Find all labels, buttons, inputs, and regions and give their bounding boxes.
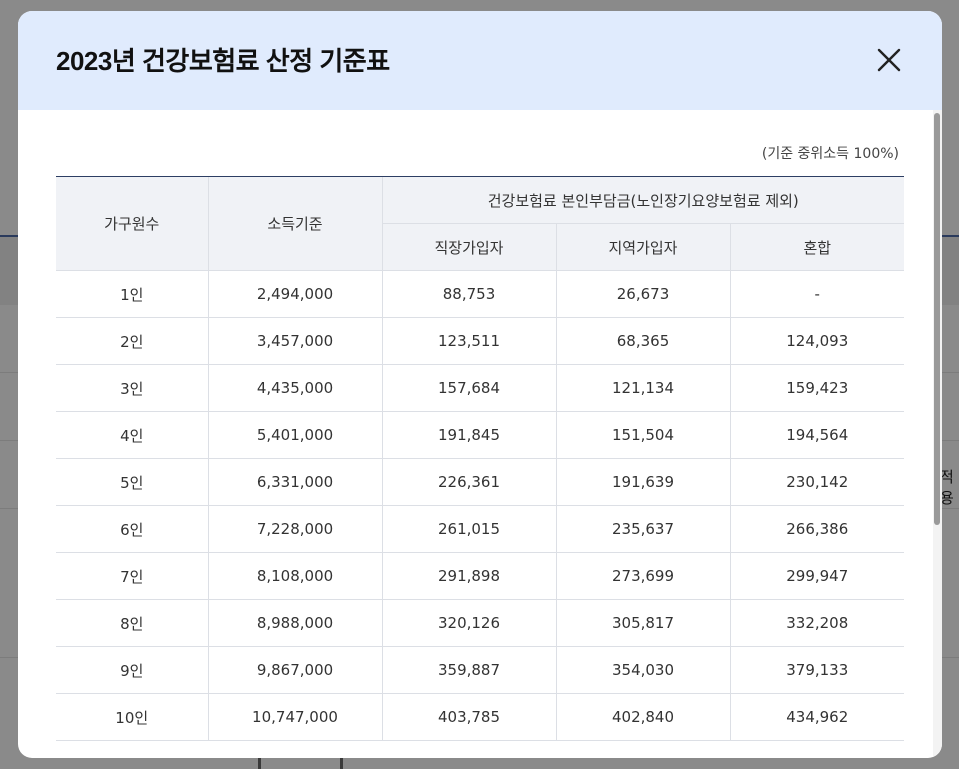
basis-note: (기준 중위소득 100%) [761,146,899,162]
close-button[interactable] [874,45,904,75]
background-stub [340,758,343,769]
mixed-cell: 194,564 [729,411,905,459]
table-row: 9인 9,867,000 359,887 354,030 379,133 [56,646,905,694]
table-row: 7인 8,108,000 291,898 273,699 299,947 [56,552,905,600]
table-body: 1인 2,494,000 88,753 26,673-2인 3,457,000 123,5… [56,270,905,741]
employee-cell: 261,015 [381,505,556,553]
background-stub [258,758,261,769]
table-row: 5인 6,331,000 226,361 191,639 230,142 [56,458,905,506]
employee-cell: 291,898 [381,552,556,600]
scrollbar-thumb[interactable] [934,113,940,525]
header-regional: 지역가입자 [555,223,730,271]
table-row: 1인 2,494,000 88,753 26,673- [56,270,905,318]
table-row: 3인 4,435,000 157,684 121,134 159,423 [56,364,905,412]
employee-cell: 359,887 [381,646,556,694]
income-cell: 3,457,000 [207,317,382,365]
mixed-cell: 159,423 [729,364,905,412]
regional-cell: 402,840 [555,693,730,741]
household-cell: 9인 [56,646,208,694]
regional-cell: 273,699 [555,552,730,600]
income-cell: 7,228,000 [207,505,382,553]
premium-table-modal: 2023년 건강보험료 산정 기준표 (기준 중위소득 100%) 가구원수 소… [18,11,942,758]
mixed-cell: 124,093 [729,317,905,365]
employee-cell: 403,785 [381,693,556,741]
mixed-cell: 379,133 [729,646,905,694]
employee-cell: 226,361 [381,458,556,506]
mixed-cell: 434,962 [729,693,905,741]
table-row: 2인 3,457,000 123,511 68,365 124,093 [56,317,905,365]
employee-cell: 88,753 [381,270,556,318]
table-row: 6인 7,228,000 261,015 235,637 266,386 [56,505,905,553]
income-cell: 4,435,000 [207,364,382,412]
regional-cell: 151,504 [555,411,730,459]
income-cell: 9,867,000 [207,646,382,694]
employee-cell: 191,845 [381,411,556,459]
household-cell: 4인 [56,411,208,459]
table-row: 10인 10,747,000 403,785 402,840 434,962 [56,693,905,741]
modal-title: 2023년 건강보험료 산정 기준표 [56,46,390,76]
household-cell: 10인 [56,693,208,741]
regional-cell: 235,637 [555,505,730,553]
regional-cell: 305,817 [555,599,730,647]
employee-cell: 123,511 [381,317,556,365]
household-cell: 7인 [56,552,208,600]
table-row: 4인 5,401,000 191,845 151,504 194,564 [56,411,905,459]
income-cell: 8,988,000 [207,599,382,647]
household-cell: 2인 [56,317,208,365]
household-cell: 8인 [56,599,208,647]
household-cell: 1인 [56,270,208,318]
mixed-cell: - [729,270,905,318]
income-cell: 10,747,000 [207,693,382,741]
income-cell: 5,401,000 [207,411,382,459]
household-cell: 3인 [56,364,208,412]
regional-cell: 354,030 [555,646,730,694]
income-cell: 6,331,000 [207,458,382,506]
household-cell: 6인 [56,505,208,553]
premium-table: 가구원수 소득기준 건강보험료 본인부담금(노인장기요양보험료 제외) 직장가입… [56,176,905,741]
income-cell: 8,108,000 [207,552,382,600]
header-employee: 직장가입자 [381,223,556,271]
header-mixed: 혼합 [729,223,905,271]
mixed-cell: 230,142 [729,458,905,506]
close-icon [877,48,901,72]
background-peek-text: 적용 [940,468,954,507]
modal-header: 2023년 건강보험료 산정 기준표 [18,11,942,110]
scrollbar[interactable] [933,110,942,758]
regional-cell: 68,365 [555,317,730,365]
mixed-cell: 299,947 [729,552,905,600]
income-cell: 2,494,000 [207,270,382,318]
regional-cell: 121,134 [555,364,730,412]
table-row: 8인 8,988,000 320,126 305,817 332,208 [56,599,905,647]
household-cell: 5인 [56,458,208,506]
employee-cell: 320,126 [381,599,556,647]
mixed-cell: 266,386 [729,505,905,553]
regional-cell: 26,673 [555,270,730,318]
header-household: 가구원수 [56,176,208,271]
employee-cell: 157,684 [381,364,556,412]
regional-cell: 191,639 [555,458,730,506]
header-income: 소득기준 [207,176,382,271]
header-premium-group: 건강보험료 본인부담금(노인장기요양보험료 제외) [381,176,905,224]
modal-body[interactable]: (기준 중위소득 100%) 가구원수 소득기준 건강보험료 본인부담금(노인장… [18,110,942,758]
mixed-cell: 332,208 [729,599,905,647]
